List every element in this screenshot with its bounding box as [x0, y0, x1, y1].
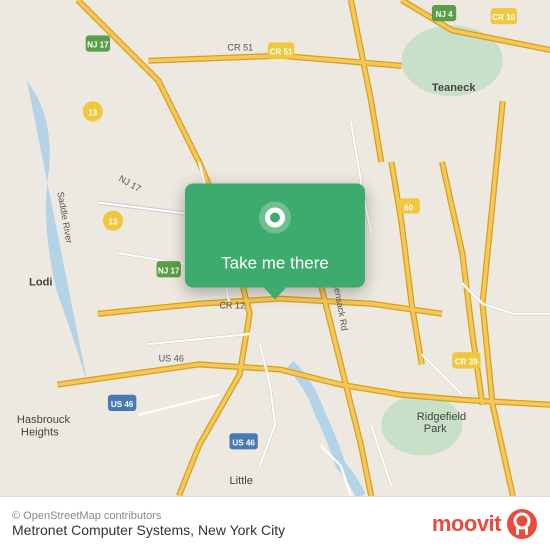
svg-text:Little: Little: [229, 475, 253, 487]
svg-text:13: 13: [88, 108, 97, 117]
moovit-logo-text: moovit: [432, 511, 501, 537]
svg-text:Heights: Heights: [21, 426, 59, 438]
svg-text:NJ 4: NJ 4: [436, 10, 454, 19]
svg-text:CR 51: CR 51: [270, 48, 293, 57]
svg-text:13: 13: [109, 218, 118, 227]
svg-text:US 46: US 46: [159, 353, 184, 363]
svg-text:NJ 17: NJ 17: [158, 266, 180, 275]
svg-text:US 46: US 46: [232, 438, 255, 447]
svg-text:Teaneck: Teaneck: [432, 82, 477, 94]
svg-text:60: 60: [404, 204, 413, 213]
svg-text:CR 10: CR 10: [492, 13, 515, 22]
take-me-card[interactable]: Take me there: [185, 184, 365, 288]
location-pin-icon: [253, 200, 297, 244]
take-me-label: Take me there: [221, 254, 329, 274]
svg-text:CR 12: CR 12: [219, 301, 245, 311]
svg-text:Park: Park: [424, 423, 447, 435]
attribution-text: © OpenStreetMap contributors: [12, 510, 285, 522]
svg-text:Ridgefield: Ridgefield: [417, 411, 466, 423]
bottom-info: © OpenStreetMap contributors Metronet Co…: [12, 510, 285, 538]
bottom-bar: © OpenStreetMap contributors Metronet Co…: [0, 496, 550, 550]
location-name: Metronet Computer Systems, New York City: [12, 522, 285, 538]
map-container: NJ 17 CR 51 CR 12 US 46 Hackensack Rd Sa…: [0, 0, 550, 496]
svg-text:Lodi: Lodi: [29, 276, 52, 288]
svg-text:NJ 17: NJ 17: [87, 41, 109, 50]
svg-text:US 46: US 46: [111, 400, 134, 409]
svg-text:CR 51: CR 51: [227, 43, 253, 53]
svg-text:Hasbrouck: Hasbrouck: [17, 414, 71, 426]
app: NJ 17 CR 51 CR 12 US 46 Hackensack Rd Sa…: [0, 0, 550, 550]
moovit-logo-icon: [506, 508, 538, 540]
svg-text:CR 39: CR 39: [455, 357, 478, 366]
moovit-logo[interactable]: moovit: [432, 508, 538, 540]
